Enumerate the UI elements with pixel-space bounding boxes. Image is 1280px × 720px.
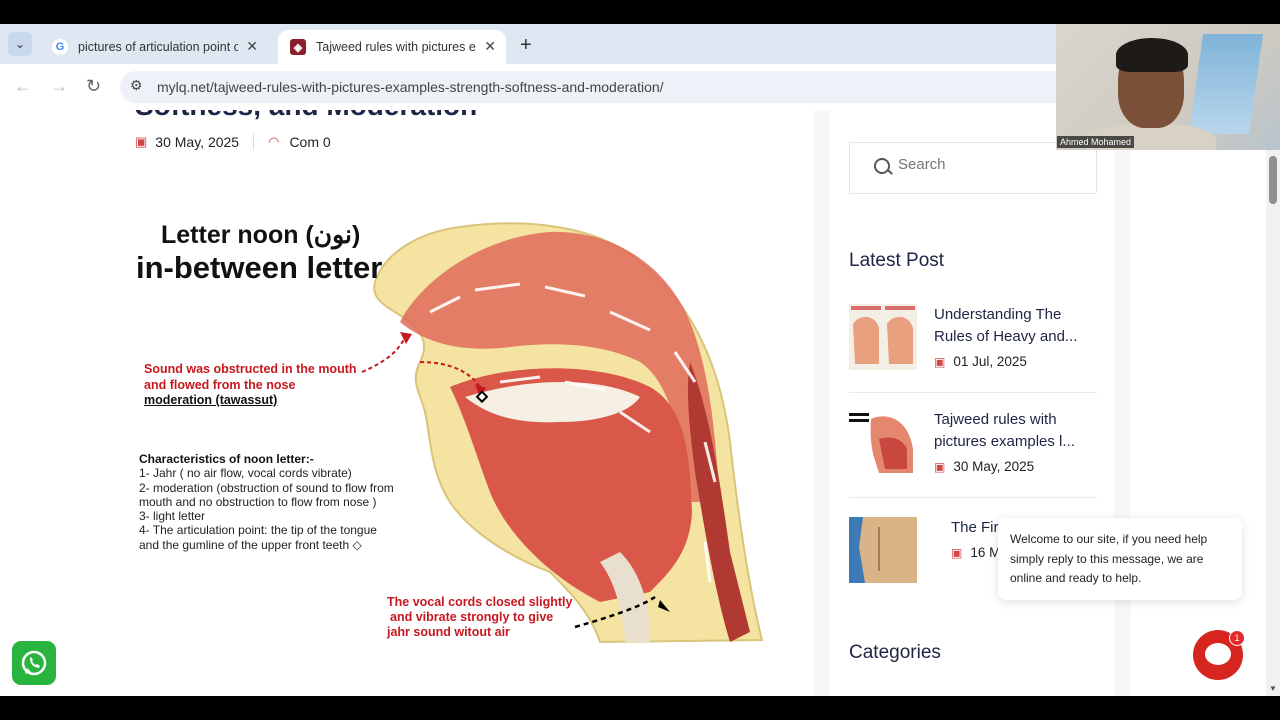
figure-note-vocal-cords: The vocal cords closed slightly xyxy=(387,595,573,609)
figure-title-line1: Letter noon (نون) xyxy=(161,221,361,249)
whatsapp-icon xyxy=(21,650,47,676)
webcam-window-bg xyxy=(1188,34,1264,134)
figure-note-jahr: jahr sound witout air xyxy=(387,625,510,639)
figure-note-vibrate: and vibrate strongly to give xyxy=(390,610,554,624)
calendar-icon: ▣ xyxy=(934,460,946,474)
reload-icon[interactable]: ↻ xyxy=(86,76,101,97)
tab-google-search[interactable]: G pictures of articulation point of ✕ xyxy=(40,30,268,64)
post-date-text: 01 Jul, 2025 xyxy=(953,354,1027,369)
bottom-black-bar xyxy=(0,696,1280,720)
webcam-name-label: Ahmed Mohamed xyxy=(1057,136,1135,148)
chat-unread-badge: 1 xyxy=(1229,630,1245,646)
post-title[interactable]: Understanding The Rules of Heavy and... xyxy=(934,304,1099,348)
figure-note-moderation: moderation (tawassut) xyxy=(144,393,278,407)
url-text[interactable]: mylq.net/tajweed-rules-with-pictures-exa… xyxy=(157,79,664,95)
figure-characteristics: Characteristics of noon letter:- 1- Jahr… xyxy=(139,452,394,552)
figure-note-flowed-nose: and flowed from the nose xyxy=(144,378,296,392)
whatsapp-button[interactable] xyxy=(12,641,56,685)
articulation-figure: Letter noon (نون) in-between letter Soun… xyxy=(130,212,780,652)
back-arrow-icon[interactable]: ← xyxy=(14,76,32,97)
chat-launcher-button[interactable]: 1 xyxy=(1193,630,1245,680)
post-date: ▣ 01 Jul, 2025 xyxy=(934,354,1027,369)
new-tab-button[interactable]: + xyxy=(520,34,532,57)
close-icon[interactable]: ✕ xyxy=(246,38,258,55)
article-comments[interactable]: Com 0 xyxy=(289,134,330,150)
scrollbar-thumb[interactable] xyxy=(1269,156,1277,204)
post-thumbnail-image xyxy=(849,409,917,475)
post-date-text: 16 M xyxy=(970,545,1001,560)
post-divider xyxy=(849,497,1097,498)
chat-welcome-popup[interactable]: Welcome to our site, if you need help si… xyxy=(998,518,1242,600)
plus-icon: + xyxy=(520,34,532,56)
article-date: 30 May, 2025 xyxy=(155,134,240,150)
article-meta: ▣ 30 May, 2025 ◠ Com 0 xyxy=(135,134,331,150)
chat-bubble-icon xyxy=(1205,643,1231,665)
search-icon xyxy=(874,158,890,174)
close-icon[interactable]: ✕ xyxy=(484,38,496,55)
latest-post-item[interactable]: Understanding The Rules of Heavy and... … xyxy=(849,304,1097,374)
characteristics-line: 4- The articulation point: the tip of th… xyxy=(139,523,377,538)
site-settings-icon[interactable]: ⚙ xyxy=(130,77,143,94)
meta-divider xyxy=(253,134,255,150)
post-thumbnail-image xyxy=(849,517,917,583)
latest-post-heading: Latest Post xyxy=(849,250,945,271)
post-divider xyxy=(849,392,1097,393)
post-thumbnail[interactable] xyxy=(849,517,917,583)
calendar-icon: ▣ xyxy=(951,546,963,560)
site-icon: ◈ xyxy=(290,39,306,55)
page-scrollbar[interactable]: ▲ ▼ xyxy=(1266,110,1280,696)
webcam-person-hair xyxy=(1116,38,1188,72)
google-icon: G xyxy=(52,39,68,55)
sidebar xyxy=(830,110,1114,696)
article-title: Softness, and Moderation xyxy=(135,110,477,122)
post-thumbnail[interactable] xyxy=(849,304,917,370)
chat-welcome-message: Welcome to our site, if you need help si… xyxy=(1010,532,1208,585)
web-page: Softness, and Moderation ▣ 30 May, 2025 … xyxy=(0,110,1266,696)
figure-title-line2: in-between letter xyxy=(136,250,383,285)
search-input[interactable] xyxy=(896,155,1080,174)
calendar-icon: ▣ xyxy=(934,355,946,369)
webcam-overlay: Ahmed Mohamed xyxy=(1056,24,1280,150)
characteristics-line: 3- light letter xyxy=(139,509,206,524)
categories-heading: Categories xyxy=(849,642,941,663)
scroll-down-arrow-icon[interactable]: ▼ xyxy=(1269,684,1277,693)
tab-title: pictures of articulation point of xyxy=(78,40,238,54)
forward-arrow-icon[interactable]: → xyxy=(50,76,68,97)
characteristics-line: mouth and no obstruction to flow from no… xyxy=(139,494,377,509)
tab-search-dropdown[interactable]: ⌄ xyxy=(8,32,32,56)
post-date: ▣ 16 M xyxy=(951,545,1000,560)
tab-tajweed-rules[interactable]: ◈ Tajweed rules with pictures exa ✕ xyxy=(278,30,506,64)
top-black-bar xyxy=(0,0,1280,24)
post-title[interactable]: Tajweed rules with pictures examples l..… xyxy=(934,409,1099,453)
characteristics-line: and the gumline of the upper front teeth… xyxy=(139,537,362,552)
chevron-down-icon: ⌄ xyxy=(14,37,26,51)
calendar-icon: ▣ xyxy=(135,134,148,149)
post-date: ▣ 30 May, 2025 xyxy=(934,459,1034,474)
characteristics-heading: Characteristics of noon letter:- xyxy=(139,452,314,466)
post-thumbnail-image xyxy=(849,304,917,370)
characteristics-line: 1- Jahr ( no air flow, vocal cords vibra… xyxy=(139,466,352,481)
latest-post-item[interactable]: Tajweed rules with pictures examples l..… xyxy=(849,409,1097,479)
figure-note-sound-obstructed: Sound was obstructed in the mouth xyxy=(144,362,357,376)
tab-title: Tajweed rules with pictures exa xyxy=(316,40,476,54)
characteristics-line: 2- moderation (obstruction of sound to f… xyxy=(139,480,394,495)
post-date-text: 30 May, 2025 xyxy=(953,459,1035,474)
comment-icon: ◠ xyxy=(268,134,280,149)
post-thumbnail[interactable] xyxy=(849,409,917,475)
